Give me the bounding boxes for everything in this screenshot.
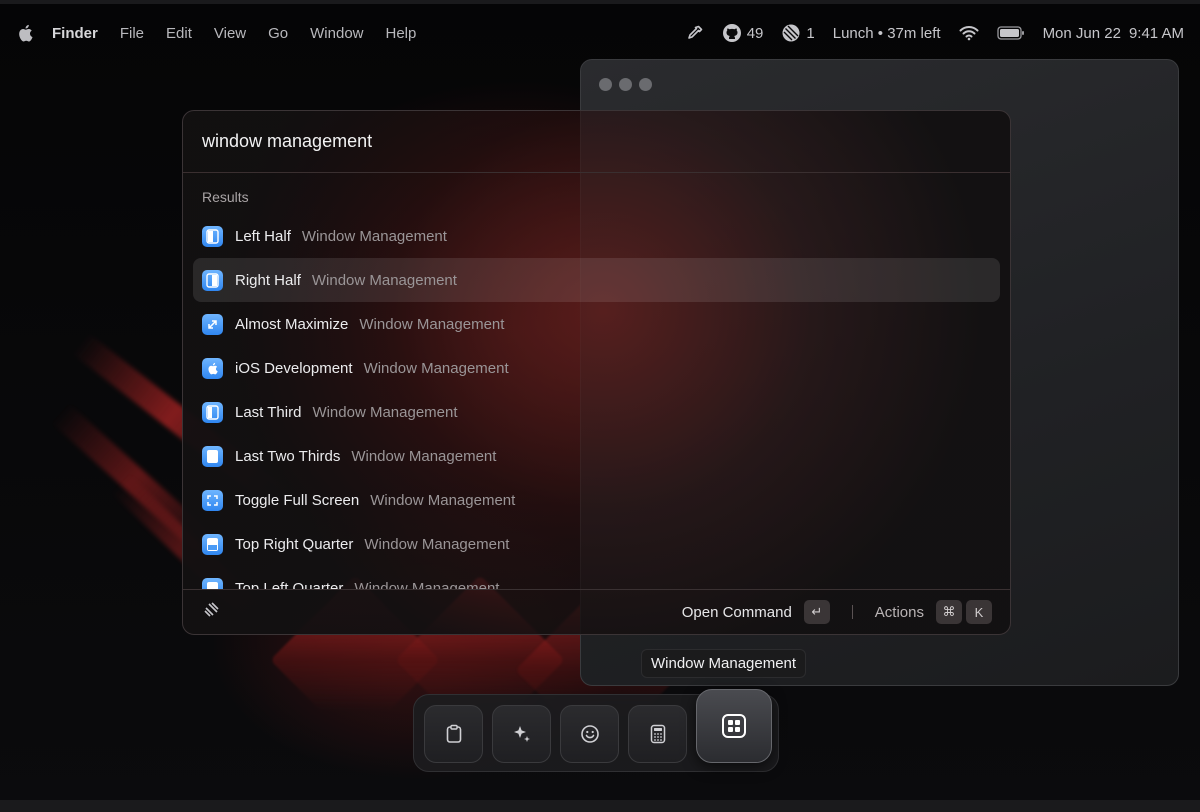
menu-edit[interactable]: Edit	[166, 25, 192, 42]
search-bar	[183, 111, 1010, 173]
top-right-quarter-icon	[202, 533, 223, 555]
result-subtitle: Window Management	[301, 227, 447, 245]
results-section-label: Results	[202, 189, 249, 205]
toggle-full-screen-icon	[202, 489, 223, 511]
open-command-label[interactable]: Open Command	[682, 604, 792, 621]
footer-divider	[851, 605, 853, 619]
top-left-quarter-icon	[202, 577, 223, 589]
enter-key-hint: ↵	[803, 600, 830, 624]
k-key-hint: K	[966, 600, 992, 624]
last-third-icon	[202, 401, 223, 423]
calculator-icon	[650, 724, 665, 744]
left-half-icon	[202, 225, 223, 247]
result-subtitle: Window Management	[359, 315, 505, 333]
screen-bezel-bottom	[0, 800, 1200, 812]
battery-status-item[interactable]	[996, 26, 1025, 40]
menu-window[interactable]: Window	[310, 25, 363, 42]
result-subtitle: Window Management	[363, 359, 509, 377]
emoji-icon	[580, 725, 599, 743]
command-palette: Results Left Half Window Management Righ…	[182, 110, 1011, 635]
result-subtitle: Window Management	[311, 271, 457, 289]
result-row-top-right-quarter[interactable]: Top Right Quarter Window Management	[193, 522, 1000, 566]
raycast-logo-icon[interactable]	[201, 600, 221, 624]
result-row-last-two-thirds[interactable]: Last Two Thirds Window Management	[193, 434, 1000, 478]
last-two-thirds-icon	[202, 445, 223, 467]
clock-status-item[interactable]: Mon Jun 22 9:41 AM	[1043, 25, 1184, 42]
result-title: Almost Maximize	[235, 315, 349, 333]
window-management-icon	[722, 714, 746, 738]
result-subtitle: Window Management	[370, 491, 516, 509]
eyedropper-icon	[687, 25, 703, 39]
cmd-key-hint: ⌘	[936, 600, 962, 624]
actions-label[interactable]: Actions	[875, 604, 924, 621]
result-subtitle: Window Management	[354, 579, 500, 590]
emoji-picker-button[interactable]	[560, 705, 619, 763]
event-text: Lunch • 37m left	[832, 24, 941, 42]
menubar-time: 9:41 AM	[1128, 24, 1184, 42]
wifi-status-item[interactable]	[959, 25, 979, 41]
result-row-top-left-quarter[interactable]: Top Left Quarter Window Management	[193, 566, 1000, 589]
menu-finder[interactable]: Finder	[52, 25, 98, 42]
apple-icon	[202, 357, 223, 379]
color-picker-status-item[interactable]	[686, 24, 704, 42]
result-title: Last Third	[235, 403, 302, 421]
menubar-date: Mon Jun 22	[1042, 24, 1121, 42]
result-row-right-half[interactable]: Right Half Window Management	[193, 258, 1000, 302]
right-half-icon	[202, 269, 223, 291]
github-icon	[722, 24, 741, 42]
result-row-almost-maximize[interactable]: Almost Maximize Window Management	[193, 302, 1000, 346]
result-subtitle: Window Management	[351, 447, 497, 465]
result-title: Toggle Full Screen	[235, 491, 360, 509]
menu-view[interactable]: View	[214, 25, 246, 42]
minimize-window-button[interactable]	[619, 78, 632, 91]
almost-maximize-icon	[202, 313, 223, 335]
result-row-last-third[interactable]: Last Third Window Management	[193, 390, 1000, 434]
result-subtitle: Window Management	[364, 535, 510, 553]
ai-sparkle-icon	[513, 726, 530, 742]
calculator-button[interactable]	[628, 705, 687, 763]
close-window-button[interactable]	[599, 78, 612, 91]
calendar-event-status-item[interactable]: Lunch • 37m left	[833, 25, 941, 42]
result-row-left-half[interactable]: Left Half Window Management	[193, 214, 1000, 258]
linear-icon	[782, 24, 800, 42]
result-row-ios-development[interactable]: iOS Development Window Management	[193, 346, 1000, 390]
battery-icon	[996, 26, 1024, 40]
window-management-button[interactable]	[696, 689, 772, 763]
result-title: Right Half	[235, 271, 301, 289]
linear-status-item[interactable]: 1	[781, 23, 815, 43]
github-count: 49	[746, 24, 764, 42]
result-row-toggle-full-screen[interactable]: Toggle Full Screen Window Management	[193, 478, 1000, 522]
wifi-icon	[959, 26, 979, 41]
results-list: Left Half Window Management Right Half W…	[193, 214, 1000, 589]
launcher-dock	[413, 689, 779, 772]
clipboard-icon	[446, 724, 461, 743]
dock-tooltip: Window Management	[641, 649, 807, 678]
result-title: Last Two Thirds	[235, 447, 341, 465]
clipboard-history-button[interactable]	[424, 705, 483, 763]
linear-count: 1	[806, 24, 815, 42]
menu-help[interactable]: Help	[386, 25, 417, 42]
menu-file[interactable]: File	[120, 25, 144, 42]
palette-footer: Open Command ↵ Actions ⌘ K	[183, 589, 1010, 634]
result-title: Top Left Quarter	[235, 579, 344, 590]
ai-chat-button[interactable]	[492, 705, 551, 763]
menu-go[interactable]: Go	[268, 25, 288, 42]
result-title: iOS Development	[235, 359, 353, 377]
apple-menu-icon[interactable]	[16, 24, 34, 42]
result-subtitle: Window Management	[312, 403, 458, 421]
window-traffic-lights	[599, 78, 652, 91]
result-title: Left Half	[235, 227, 291, 245]
github-status-item[interactable]: 49	[722, 23, 764, 43]
result-title: Top Right Quarter	[235, 535, 354, 553]
menu-bar: Finder File Edit View Go Window Help 49 …	[0, 0, 1200, 66]
search-input[interactable]	[202, 131, 991, 152]
zoom-window-button[interactable]	[639, 78, 652, 91]
